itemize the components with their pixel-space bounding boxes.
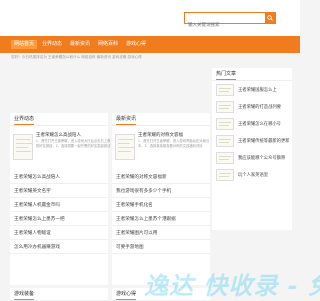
article-thumbnail	[216, 135, 234, 147]
industry-panel: 业界动态 王者荣耀怎么高战陪人 1、首先打开王者荣耀，进入游戏大厅后点击右上角的…	[10, 113, 110, 285]
hot-articles-panel: 热门文章 王者荣耀国服怎么上 王者荣耀的打造战列要 王者荣耀怎么在哪小号 王者荣…	[212, 68, 292, 230]
list-item[interactable]: 王者荣耀图片可以用	[112, 226, 210, 240]
hot-article-title: 玩个人家英语里	[238, 172, 269, 177]
hot-article-title: 王者荣耀国服怎么上	[238, 87, 277, 92]
nav-wiki[interactable]: 网络百科	[95, 40, 121, 49]
search-input[interactable]	[185, 19, 267, 30]
panel-title: 业界动态	[10, 113, 108, 126]
list-item[interactable]: 王者荣耀英文名字	[10, 184, 108, 198]
article-thumbnail	[216, 152, 234, 164]
feature-article[interactable]: 王者荣耀的对称文容福 1、首先打开王者荣耀，进入游戏界面后在对局当中，2、选择某…	[112, 126, 210, 170]
feature-desc: 1、首先打开王者荣耀，进入游戏大厅后点击右上角的好友按钮，2、选择想要一起开黑的…	[36, 139, 111, 148]
hot-article[interactable]: 玩个人家英语里	[212, 166, 292, 183]
nav-news[interactable]: 最新资讯	[67, 40, 93, 49]
list-item[interactable]: 王者荣耀怎么上墨苏一把	[10, 212, 108, 226]
list-item[interactable]: 王者荣耀手机化名	[112, 198, 210, 212]
article-thumbnail	[13, 134, 33, 160]
nav-industry[interactable]: 业界动态	[39, 40, 65, 49]
breadcrumb: 您好！今日热搜排名为 王者荣耀怎么和什么 网络百科 最新资讯 游戏攻略 游戏心得	[11, 55, 142, 59]
hot-article[interactable]: 王者荣耀传统等最新的更新	[212, 132, 292, 149]
header	[0, 0, 300, 36]
list-item[interactable]: 我也游戏很有多多少个手机	[112, 184, 210, 198]
list-item[interactable]: 王者荣耀的对称文容福新	[112, 170, 210, 184]
panel-title: 热门文章	[212, 68, 292, 81]
list-item[interactable]: 王者荣耀人机赢金币吗	[10, 198, 108, 212]
panel-title: 游戏装备	[10, 288, 108, 301]
feature-article[interactable]: 王者荣耀怎么高战陪人 1、首先打开王者荣耀，进入游戏大厅后点击右上角的好友按钮，…	[10, 126, 110, 170]
hot-article-title: 我应该能哪个公众号额称	[238, 155, 286, 160]
feature-title: 王者荣耀的对称文容福	[138, 132, 183, 137]
hot-article-title: 王者荣耀传统等最新的更新	[238, 138, 290, 143]
list-item[interactable]: 王者荣耀怎么高战陪人	[10, 170, 108, 184]
equipment-panel: 游戏装备	[10, 288, 108, 301]
list-item[interactable]: 怎么用冷办机器赚游戏	[10, 240, 108, 254]
watermark: 逸达 快收录 - 免	[144, 272, 320, 300]
hot-article-title: 王者荣耀怎么在哪小号	[238, 121, 281, 126]
feature-desc: 1、首先打开王者荣耀，进入游戏界面后在对局当中，2、选择某英雄查看对称的文容福利…	[138, 139, 210, 148]
main-nav: 网站首页 业界动态 最新资讯 网络百科 游戏心得	[0, 36, 300, 53]
article-thumbnail	[216, 118, 234, 130]
search-button[interactable]	[265, 13, 275, 23]
hot-article[interactable]: 王者荣耀国服怎么上	[212, 81, 292, 98]
news-panel: 最新资讯 王者荣耀的对称文容福 1、首先打开王者荣耀，进入游戏界面后在对局当中，…	[112, 113, 210, 285]
article-thumbnail	[216, 101, 234, 113]
nav-games[interactable]: 游戏心得	[123, 40, 149, 49]
search-icon	[267, 15, 273, 21]
hot-article-title: 王者荣耀的打造战列要	[238, 104, 281, 109]
hot-article[interactable]: 王者荣耀的打造战列要	[212, 98, 292, 115]
hot-article[interactable]: 我应该能哪个公众号额称	[212, 149, 292, 166]
article-thumbnail	[216, 169, 234, 181]
list-item[interactable]: 王者荣耀人物敌谊	[10, 226, 108, 240]
search-box	[184, 12, 276, 30]
article-thumbnail	[115, 134, 135, 160]
list-item[interactable]: 王者荣耀怎么上墨苏个港跟据	[112, 212, 210, 226]
article-thumbnail	[216, 84, 234, 96]
feature-title: 王者荣耀怎么高战陪人	[36, 132, 81, 137]
list-item[interactable]: 可要手游地图	[112, 240, 210, 254]
panel-title: 最新资讯	[112, 113, 210, 126]
nav-home[interactable]: 网站首页	[11, 40, 38, 49]
hot-article[interactable]: 王者荣耀怎么在哪小号	[212, 115, 292, 132]
